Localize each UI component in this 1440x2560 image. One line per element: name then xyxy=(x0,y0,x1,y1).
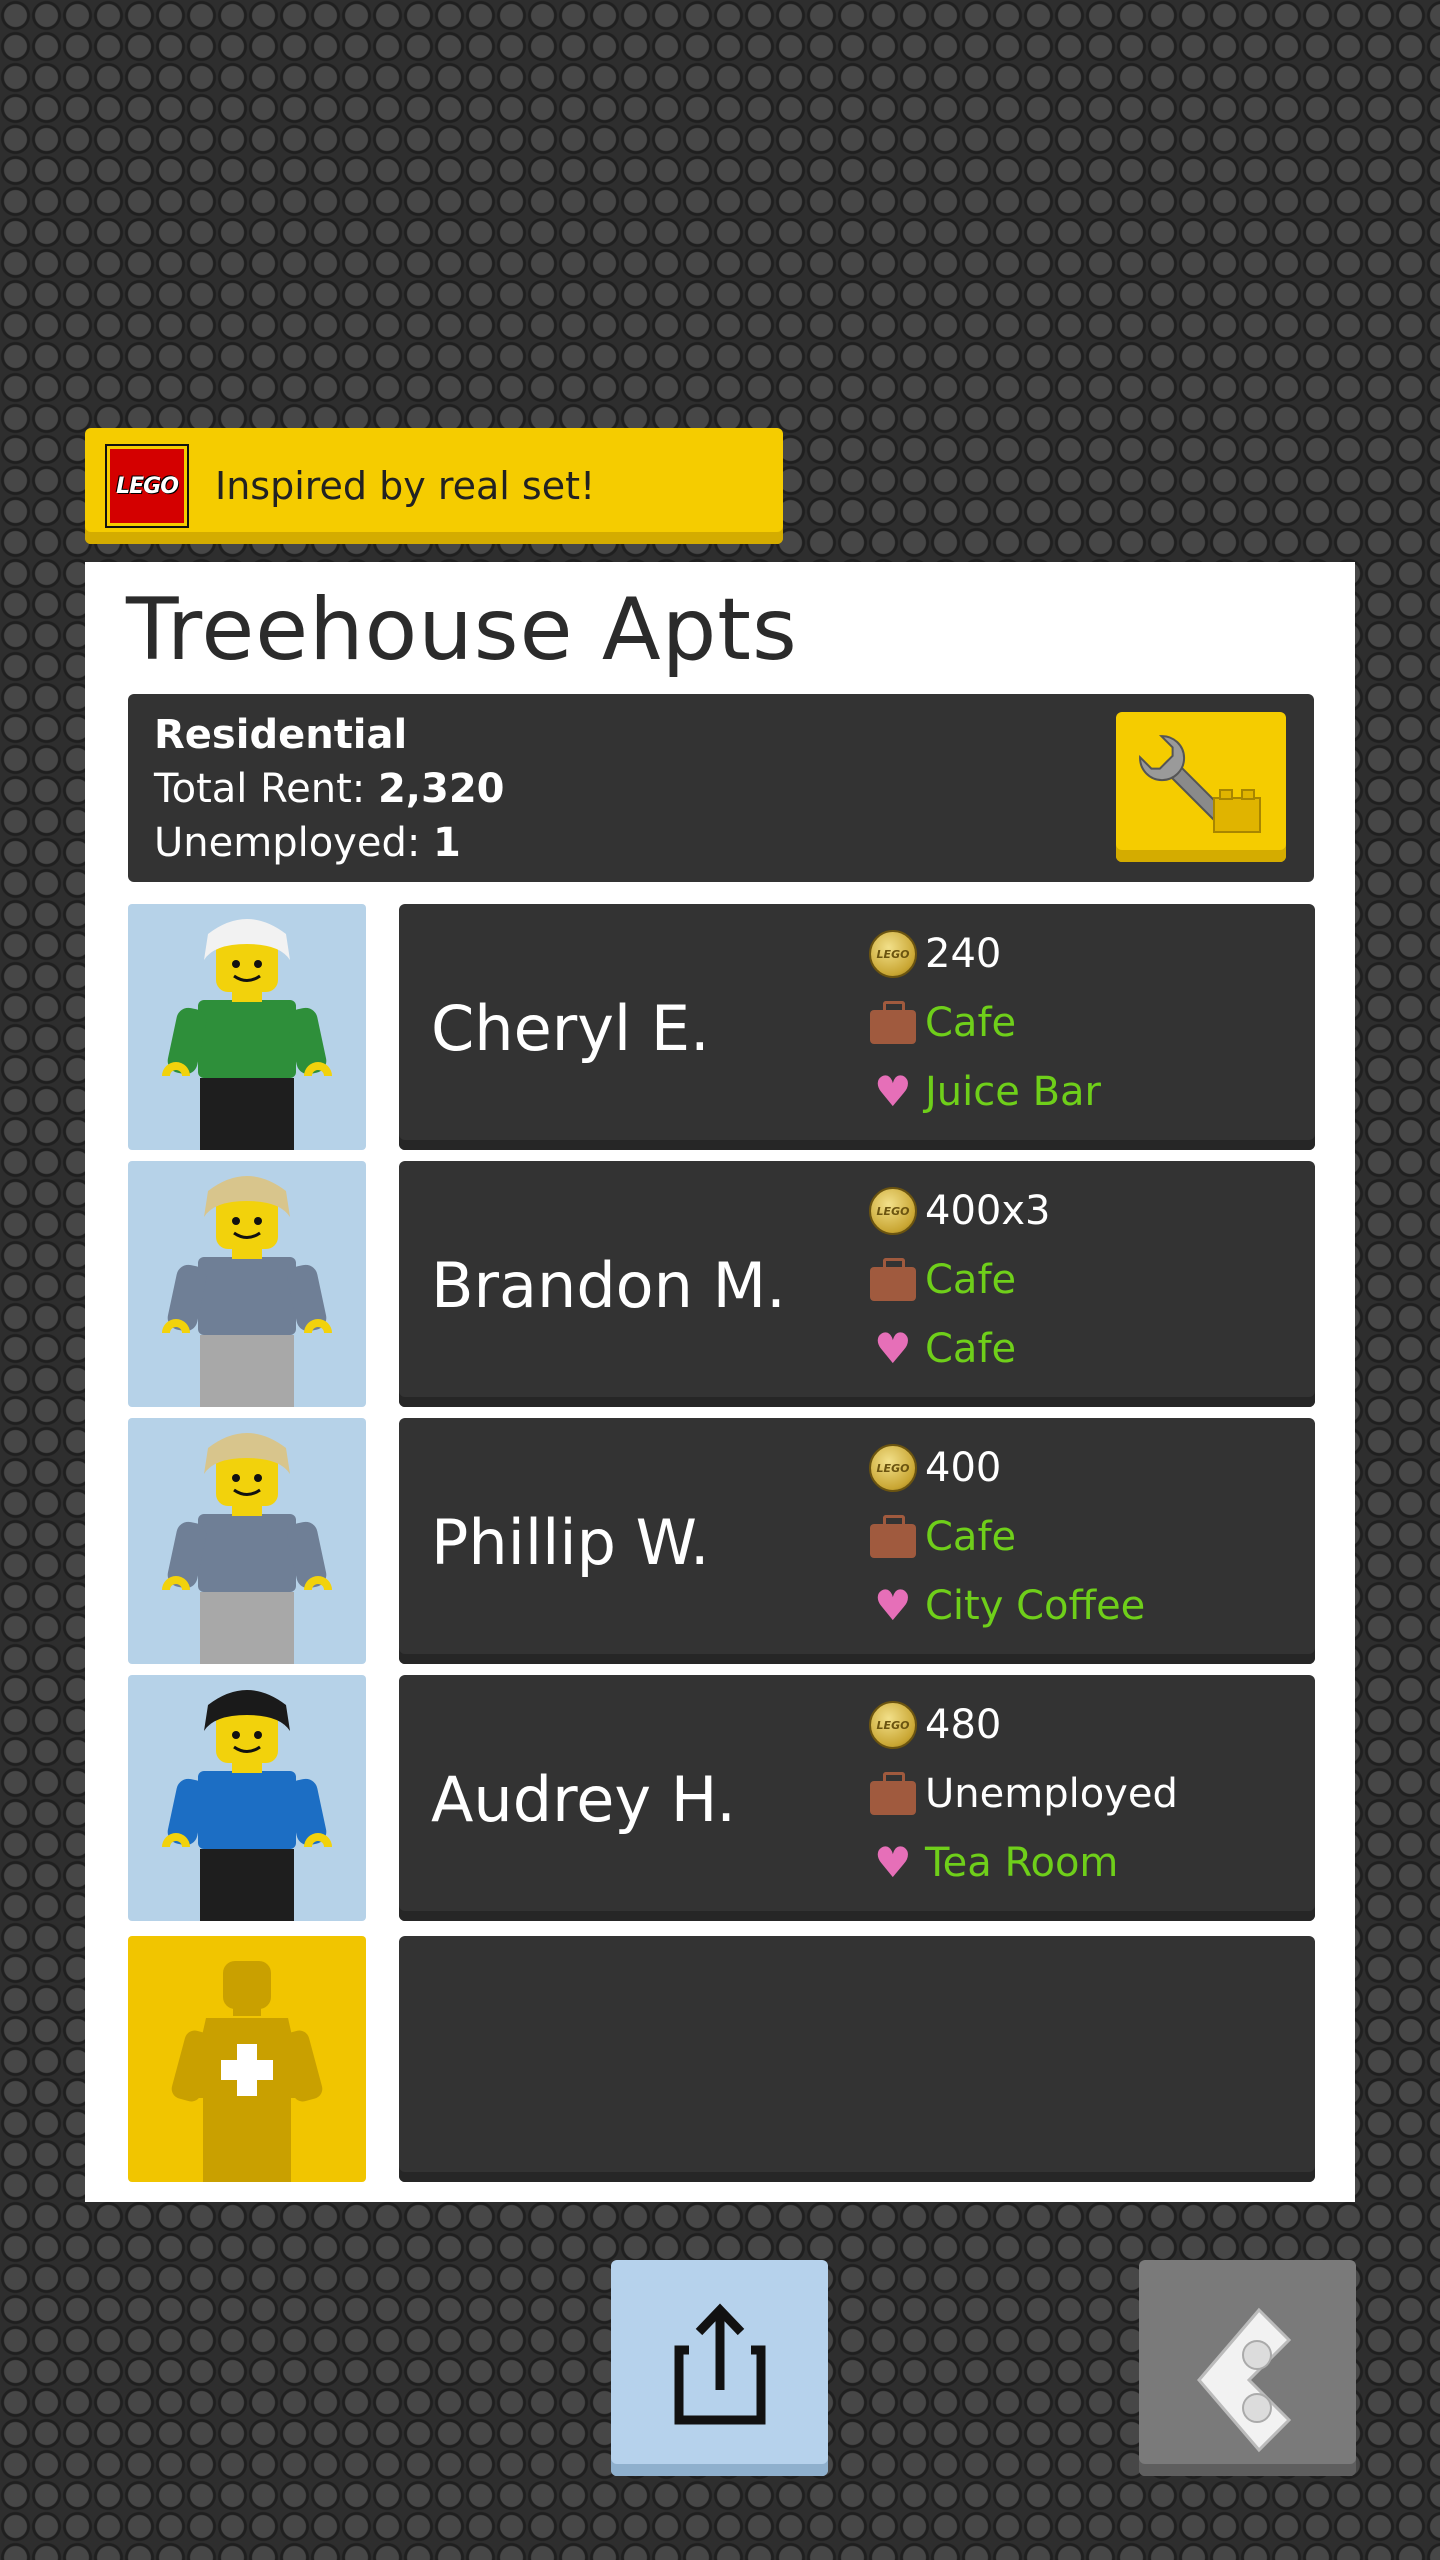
resident-favorite: ♥ Tea Room xyxy=(869,1839,1118,1887)
job-value: Cafe xyxy=(925,1514,1017,1560)
resident-avatar[interactable] xyxy=(128,904,366,1150)
briefcase-icon xyxy=(869,999,917,1047)
resident-favorite: ♥ City Coffee xyxy=(869,1582,1145,1630)
lego-logo: LEGO xyxy=(105,444,189,528)
unemployed-count: Unemployed: 1 xyxy=(154,820,461,866)
rent-value: 480 xyxy=(925,1702,1002,1748)
building-type: Residential xyxy=(154,712,408,758)
back-brick-icon xyxy=(1197,2307,1292,2453)
total-rent: Total Rent: 2,320 xyxy=(154,766,505,812)
share-button[interactable] xyxy=(611,2260,828,2476)
unemployed-value: 1 xyxy=(433,820,461,866)
lego-coin-icon: LEGO xyxy=(869,930,917,978)
resident-rent: LEGO 400 xyxy=(869,1444,1001,1492)
resident-card[interactable]: Phillip W. LEGO 400 Cafe ♥ City Coffee xyxy=(399,1418,1315,1664)
lego-coin-icon: LEGO xyxy=(869,1444,917,1492)
minifig-icon xyxy=(162,1433,332,1664)
heart-icon: ♥ xyxy=(874,1324,912,1373)
briefcase-icon xyxy=(869,1770,917,1818)
share-icon xyxy=(674,2303,766,2425)
resident-avatar[interactable] xyxy=(128,1675,366,1921)
add-resident-button[interactable] xyxy=(128,1936,366,2182)
resident-rent: LEGO 400x3 xyxy=(869,1187,1050,1235)
inspired-banner: LEGO Inspired by real set! xyxy=(85,428,783,544)
job-value: Unemployed xyxy=(925,1771,1178,1817)
minifig-icon xyxy=(162,1176,332,1407)
resident-rent: LEGO 240 xyxy=(869,930,1001,978)
rent-value: 400x3 xyxy=(925,1188,1051,1234)
rent-value: 240 xyxy=(925,931,1002,977)
heart-icon: ♥ xyxy=(874,1581,912,1630)
building-panel: Treehouse Apts Residential Total Rent: 2… xyxy=(85,562,1355,2202)
job-value: Cafe xyxy=(925,1000,1017,1046)
heart-icon: ♥ xyxy=(874,1067,912,1116)
rent-value: 400 xyxy=(925,1445,1002,1491)
favorite-value: Juice Bar xyxy=(925,1069,1101,1115)
resident-job: Cafe xyxy=(869,1513,1016,1561)
resident-avatar[interactable] xyxy=(128,1161,366,1407)
resident-name: Phillip W. xyxy=(431,1506,710,1579)
favorite-value: Cafe xyxy=(925,1326,1017,1372)
resident-job: Cafe xyxy=(869,999,1016,1047)
resident-rent: LEGO 480 xyxy=(869,1701,1001,1749)
resident-card[interactable]: Brandon M. LEGO 400x3 Cafe ♥ Cafe xyxy=(399,1161,1315,1407)
resident-name: Cheryl E. xyxy=(431,992,710,1065)
banner-text: Inspired by real set! xyxy=(215,464,596,508)
upgrade-button[interactable] xyxy=(1116,712,1286,862)
heart-icon: ♥ xyxy=(874,1838,912,1887)
total-rent-value: 2,320 xyxy=(377,766,505,812)
resident-name: Audrey H. xyxy=(431,1763,736,1836)
wrench-brick-icon xyxy=(1139,735,1261,833)
resident-favorite: ♥ Cafe xyxy=(869,1325,1016,1373)
minifig-icon xyxy=(162,919,332,1150)
minifig-icon xyxy=(162,1690,332,1921)
page-title: Treehouse Apts xyxy=(126,580,798,680)
resident-favorite: ♥ Juice Bar xyxy=(869,1068,1101,1116)
unemployed-label: Unemployed: xyxy=(154,820,434,866)
add-minifig-icon xyxy=(171,1961,323,2182)
resident-job: Unemployed xyxy=(869,1770,1178,1818)
lego-coin-icon: LEGO xyxy=(869,1701,917,1749)
job-value: Cafe xyxy=(925,1257,1017,1303)
empty-resident-slot xyxy=(399,1936,1315,2182)
building-info: Residential Total Rent: 2,320 Unemployed… xyxy=(128,694,1314,882)
lego-coin-icon: LEGO xyxy=(869,1187,917,1235)
resident-avatar[interactable] xyxy=(128,1418,366,1664)
back-button[interactable] xyxy=(1139,2260,1356,2476)
favorite-value: Tea Room xyxy=(925,1840,1119,1886)
briefcase-icon xyxy=(869,1256,917,1304)
resident-name: Brandon M. xyxy=(431,1249,786,1322)
resident-card[interactable]: Cheryl E. LEGO 240 Cafe ♥ Juice Bar xyxy=(399,904,1315,1150)
favorite-value: City Coffee xyxy=(925,1583,1146,1629)
resident-card[interactable]: Audrey H. LEGO 480 Unemployed ♥ Tea Room xyxy=(399,1675,1315,1921)
briefcase-icon xyxy=(869,1513,917,1561)
total-rent-label: Total Rent: xyxy=(154,766,378,812)
resident-job: Cafe xyxy=(869,1256,1016,1304)
